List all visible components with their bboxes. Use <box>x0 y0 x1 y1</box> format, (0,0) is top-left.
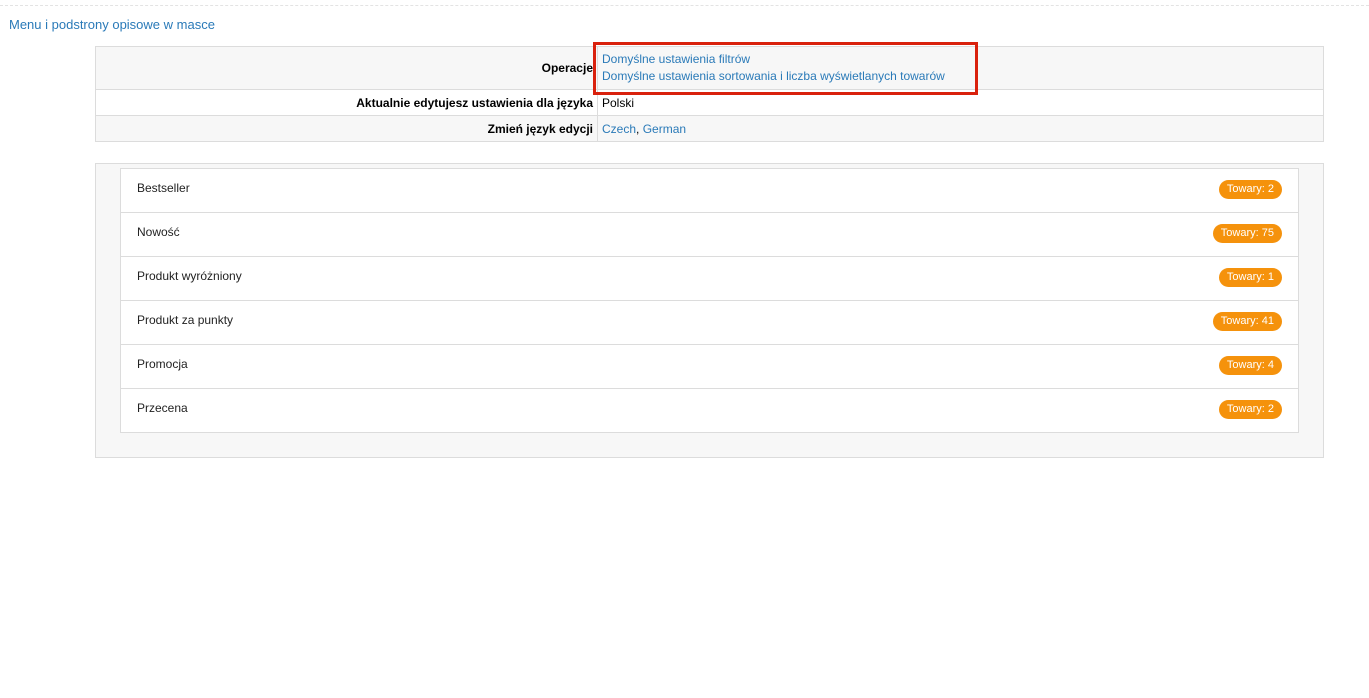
current-language-label: Aktualnie edytujesz ustawienia dla język… <box>95 89 598 116</box>
count-badge: Towary: 2 <box>1218 180 1282 199</box>
category-list: Bestseller Towary: 2 Nowość Towary: 75 P… <box>120 168 1299 433</box>
count-badge: Towary: 41 <box>1212 312 1282 331</box>
language-separator: , <box>636 121 643 136</box>
list-item-label: Przecena <box>137 401 188 415</box>
list-item[interactable]: Produkt wyróżniony Towary: 1 <box>121 256 1298 300</box>
count-badge: Towary: 1 <box>1218 268 1282 287</box>
list-item[interactable]: Nowość Towary: 75 <box>121 212 1298 256</box>
top-divider <box>0 5 1369 6</box>
change-language-row: Zmień język edycji Czech, German <box>95 115 1324 142</box>
page: Menu i podstrony opisowe w masce Operacj… <box>0 0 1369 698</box>
breadcrumb-link[interactable]: Menu i podstrony opisowe w masce <box>9 17 215 32</box>
highlight-box <box>593 42 978 95</box>
count-badge: Towary: 2 <box>1218 400 1282 419</box>
list-item-label: Bestseller <box>137 181 190 195</box>
count-badge: Towary: 75 <box>1212 224 1282 243</box>
list-item[interactable]: Produkt za punkty Towary: 41 <box>121 300 1298 344</box>
list-item[interactable]: Przecena Towary: 2 <box>121 388 1298 432</box>
operations-label: Operacje <box>95 46 598 90</box>
list-panel: Bestseller Towary: 2 Nowość Towary: 75 P… <box>95 163 1324 458</box>
list-item-label: Produkt wyróżniony <box>137 269 242 283</box>
change-language-options: Czech, German <box>597 115 1324 142</box>
language-link-german[interactable]: German <box>643 122 686 136</box>
list-item-label: Produkt za punkty <box>137 313 234 327</box>
change-language-label: Zmień język edycji <box>95 115 598 142</box>
list-item[interactable]: Bestseller Towary: 2 <box>121 169 1298 212</box>
language-link-czech[interactable]: Czech <box>602 122 636 136</box>
list-item-label: Promocja <box>137 357 188 371</box>
count-badge: Towary: 4 <box>1218 356 1282 375</box>
list-item[interactable]: Promocja Towary: 4 <box>121 344 1298 388</box>
list-item-label: Nowość <box>137 225 180 239</box>
